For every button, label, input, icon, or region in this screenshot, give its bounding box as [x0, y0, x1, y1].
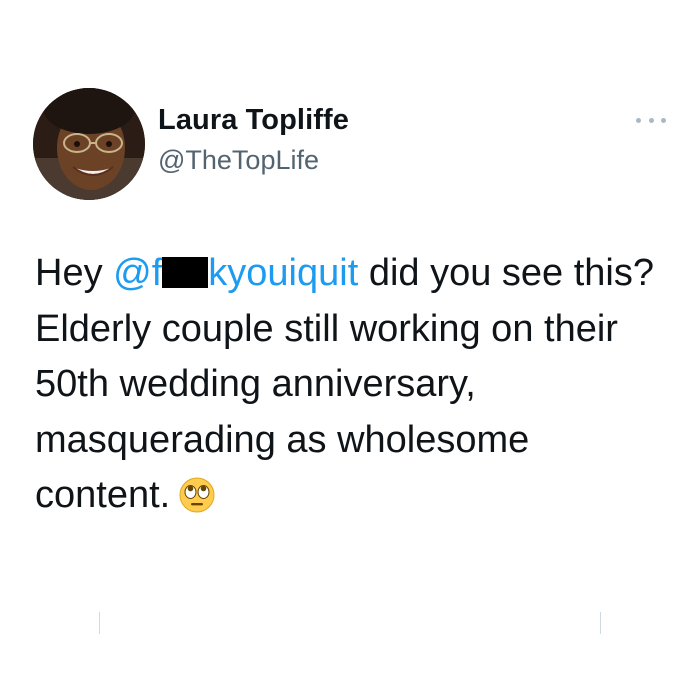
avatar[interactable] — [33, 88, 145, 200]
mention-start: @f — [113, 252, 163, 294]
redaction-box — [162, 257, 209, 288]
tweet-text: Hey @f kyouiquit did you see this? Elderly… — [35, 246, 675, 524]
media-preview-edge — [99, 612, 100, 634]
more-options-icon[interactable] — [636, 110, 666, 130]
more-dot — [661, 117, 666, 123]
avatar-photo — [33, 88, 145, 200]
media-preview-edge — [600, 612, 601, 634]
more-dot — [636, 117, 641, 123]
mention-end: kyouiquit — [208, 252, 359, 294]
tweet-after-mention: did you see this? — [358, 252, 655, 294]
author-handle[interactable]: @TheTopLife — [158, 145, 319, 176]
tweet-body: Elderly couple still working on their 50… — [35, 307, 618, 517]
face-with-rolling-eyes-emoji — [178, 475, 216, 513]
mention-link[interactable]: @f kyouiquit — [113, 252, 358, 294]
author-name[interactable]: Laura Topliffe — [158, 104, 349, 137]
more-dot — [648, 117, 654, 123]
tweet-intro: Hey — [35, 252, 114, 294]
